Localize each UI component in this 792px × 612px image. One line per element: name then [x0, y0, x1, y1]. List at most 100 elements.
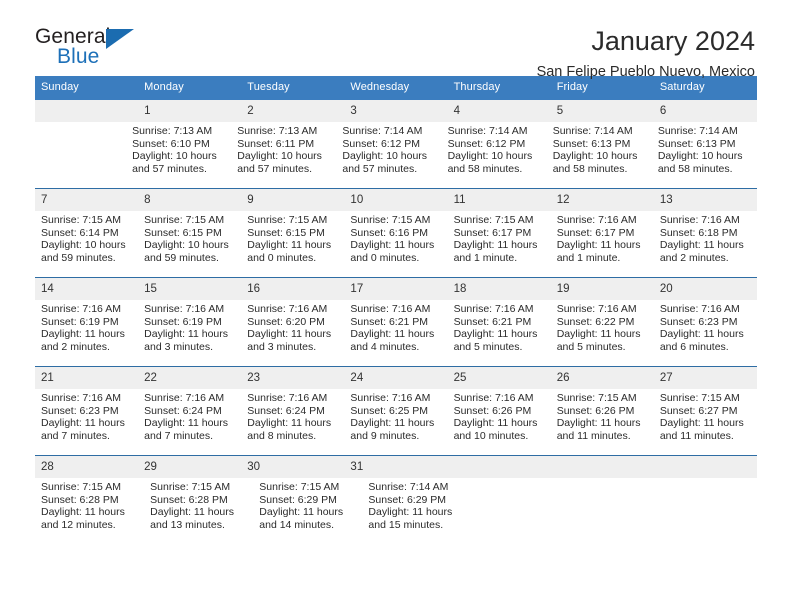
sunrise-text: Sunrise: 7:16 AM [350, 303, 431, 315]
day-details-21[interactable]: Sunrise: 7:16 AM Sunset: 6:23 PM Daylight:… [35, 389, 138, 455]
day-number-empty [551, 456, 654, 478]
daylight-text: Daylight: 11 hours and 2 minutes. [41, 328, 125, 353]
day-number-29[interactable]: 29 [138, 456, 241, 478]
day-details-empty [472, 478, 567, 544]
day-details-13[interactable]: Sunrise: 7:16 AM Sunset: 6:18 PM Daylight:… [654, 211, 757, 277]
sunrise-text: Sunrise: 7:15 AM [259, 481, 340, 493]
day-details-6[interactable]: Sunrise: 7:14 AM Sunset: 6:13 PM Daylight:… [652, 122, 757, 188]
daylight-text: Daylight: 10 hours and 59 minutes. [41, 239, 126, 264]
day-number-12[interactable]: 12 [551, 189, 654, 211]
day-number-1[interactable]: 1 [138, 100, 241, 122]
day-details-2[interactable]: Sunrise: 7:13 AM Sunset: 6:11 PM Daylight:… [231, 122, 336, 188]
day-details-14[interactable]: Sunrise: 7:16 AM Sunset: 6:19 PM Daylight:… [35, 300, 138, 366]
day-details-16[interactable]: Sunrise: 7:16 AM Sunset: 6:20 PM Daylight:… [241, 300, 344, 366]
day-details-26[interactable]: Sunrise: 7:15 AM Sunset: 6:26 PM Daylight:… [551, 389, 654, 455]
daylight-text: Daylight: 11 hours and 11 minutes. [556, 417, 641, 442]
day-details-11[interactable]: Sunrise: 7:15 AM Sunset: 6:17 PM Daylight:… [448, 211, 551, 277]
calendar-week-row: 7 8 9 10 11 12 13 Sunrise: 7:15 AM Sunset: 6:14 … [35, 188, 757, 277]
day-details-18[interactable]: Sunrise: 7:16 AM Sunset: 6:21 PM Daylight:… [448, 300, 551, 366]
day-number-4[interactable]: 4 [448, 100, 551, 122]
day-details-12[interactable]: Sunrise: 7:16 AM Sunset: 6:17 PM Daylight:… [551, 211, 654, 277]
general-blue-logo[interactable]: General Blue [35, 26, 145, 74]
title-block: January 2024 San Felipe Pueblo Nuevo, Me… [537, 26, 757, 82]
week-date-band: 7 8 9 10 11 12 13 [35, 189, 757, 211]
week-date-band: 28 29 30 31 [35, 456, 757, 478]
day-number-3[interactable]: 3 [344, 100, 447, 122]
sunrise-text: Sunrise: 7:16 AM [144, 303, 225, 315]
daylight-text: Daylight: 10 hours and 58 minutes. [447, 150, 533, 175]
day-details-29[interactable]: Sunrise: 7:15 AM Sunset: 6:28 PM Daylight:… [144, 478, 253, 544]
day-details-24[interactable]: Sunrise: 7:16 AM Sunset: 6:25 PM Daylight:… [344, 389, 447, 455]
daylight-text: Daylight: 11 hours and 15 minutes. [368, 506, 453, 531]
logo-text-general: General [35, 25, 111, 48]
day-details-empty [35, 122, 126, 188]
sunset-text: Sunset: 6:10 PM [132, 137, 210, 150]
day-details-15[interactable]: Sunrise: 7:16 AM Sunset: 6:19 PM Daylight:… [138, 300, 241, 366]
day-number-7[interactable]: 7 [35, 189, 138, 211]
day-details-19[interactable]: Sunrise: 7:16 AM Sunset: 6:22 PM Daylight:… [551, 300, 654, 366]
day-number-20[interactable]: 20 [654, 278, 757, 300]
sunrise-text: Sunrise: 7:16 AM [453, 392, 534, 404]
sunset-text: Sunset: 6:19 PM [41, 315, 119, 328]
calendar-weeks: 1 2 3 4 5 6 Sunrise: 7:13 AM Sunset: 6:10 PM Day… [35, 100, 757, 544]
sunset-text: Sunset: 6:17 PM [556, 226, 635, 239]
day-details-7[interactable]: Sunrise: 7:15 AM Sunset: 6:14 PM Daylight:… [35, 211, 138, 277]
day-number-30[interactable]: 30 [241, 456, 344, 478]
day-number-5[interactable]: 5 [551, 100, 654, 122]
day-number-empty [448, 456, 551, 478]
day-details-8[interactable]: Sunrise: 7:15 AM Sunset: 6:15 PM Daylight:… [138, 211, 241, 277]
day-details-27[interactable]: Sunrise: 7:15 AM Sunset: 6:27 PM Daylight:… [654, 389, 757, 455]
day-number-23[interactable]: 23 [241, 367, 344, 389]
day-number-2[interactable]: 2 [241, 100, 344, 122]
day-details-20[interactable]: Sunrise: 7:16 AM Sunset: 6:23 PM Daylight:… [654, 300, 757, 366]
sunrise-text: Sunrise: 7:15 AM [247, 214, 328, 226]
day-number-25[interactable]: 25 [448, 367, 551, 389]
day-details-28[interactable]: Sunrise: 7:15 AM Sunset: 6:28 PM Daylight:… [35, 478, 144, 544]
sunset-text: Sunset: 6:19 PM [144, 315, 222, 328]
week-date-band: 123456 [35, 100, 757, 122]
day-details-22[interactable]: Sunrise: 7:16 AM Sunset: 6:24 PM Daylight:… [138, 389, 241, 455]
sunrise-text: Sunrise: 7:14 AM [368, 481, 449, 493]
sunrise-text: Sunrise: 7:15 AM [41, 481, 121, 493]
day-details-30[interactable]: Sunrise: 7:15 AM Sunset: 6:29 PM Daylight:… [253, 478, 362, 544]
day-number-13[interactable]: 13 [654, 189, 757, 211]
day-number-22[interactable]: 22 [138, 367, 241, 389]
day-number-15[interactable]: 15 [138, 278, 241, 300]
sunset-text: Sunset: 6:22 PM [556, 315, 635, 328]
day-number-26[interactable]: 26 [551, 367, 654, 389]
day-number-28[interactable]: 28 [35, 456, 138, 478]
day-details-4[interactable]: Sunrise: 7:14 AM Sunset: 6:12 PM Daylight:… [442, 122, 547, 188]
daylight-text: Daylight: 11 hours and 1 minute. [453, 239, 538, 264]
day-number-19[interactable]: 19 [551, 278, 654, 300]
day-number-9[interactable]: 9 [241, 189, 344, 211]
day-number-31[interactable]: 31 [344, 456, 447, 478]
sunrise-text: Sunrise: 7:16 AM [659, 303, 740, 315]
sunrise-text: Sunrise: 7:16 AM [247, 303, 328, 315]
day-number-8[interactable]: 8 [138, 189, 241, 211]
day-details-3[interactable]: Sunrise: 7:14 AM Sunset: 6:12 PM Daylight:… [336, 122, 441, 188]
day-details-10[interactable]: Sunrise: 7:15 AM Sunset: 6:16 PM Daylight:… [344, 211, 447, 277]
day-number-24[interactable]: 24 [344, 367, 447, 389]
daylight-text: Daylight: 10 hours and 59 minutes. [144, 239, 229, 264]
day-number-18[interactable]: 18 [448, 278, 551, 300]
day-number-27[interactable]: 27 [654, 367, 757, 389]
day-number-11[interactable]: 11 [448, 189, 551, 211]
day-details-31[interactable]: Sunrise: 7:14 AM Sunset: 6:29 PM Daylight:… [362, 478, 471, 544]
day-number-14[interactable]: 14 [35, 278, 138, 300]
day-number-6[interactable]: 6 [654, 100, 757, 122]
sunset-text: Sunset: 6:23 PM [659, 315, 738, 328]
day-details-5[interactable]: Sunrise: 7:14 AM Sunset: 6:13 PM Daylight:… [547, 122, 652, 188]
day-number-17[interactable]: 17 [344, 278, 447, 300]
weekday-header-saturday: Saturday [659, 81, 705, 93]
day-details-25[interactable]: Sunrise: 7:16 AM Sunset: 6:26 PM Daylight:… [448, 389, 551, 455]
sunset-text: Sunset: 6:29 PM [259, 493, 337, 506]
day-details-1[interactable]: Sunrise: 7:13 AM Sunset: 6:10 PM Daylight:… [126, 122, 231, 188]
day-details-17[interactable]: Sunrise: 7:16 AM Sunset: 6:21 PM Daylight:… [344, 300, 447, 366]
page-header: General Blue January 2024 San Felipe Pue… [35, 0, 757, 80]
day-number-16[interactable]: 16 [241, 278, 344, 300]
sunrise-text: Sunrise: 7:14 AM [447, 125, 528, 137]
day-details-23[interactable]: Sunrise: 7:16 AM Sunset: 6:24 PM Daylight:… [241, 389, 344, 455]
day-number-21[interactable]: 21 [35, 367, 138, 389]
day-number-10[interactable]: 10 [344, 189, 447, 211]
day-details-9[interactable]: Sunrise: 7:15 AM Sunset: 6:15 PM Daylight:… [241, 211, 344, 277]
